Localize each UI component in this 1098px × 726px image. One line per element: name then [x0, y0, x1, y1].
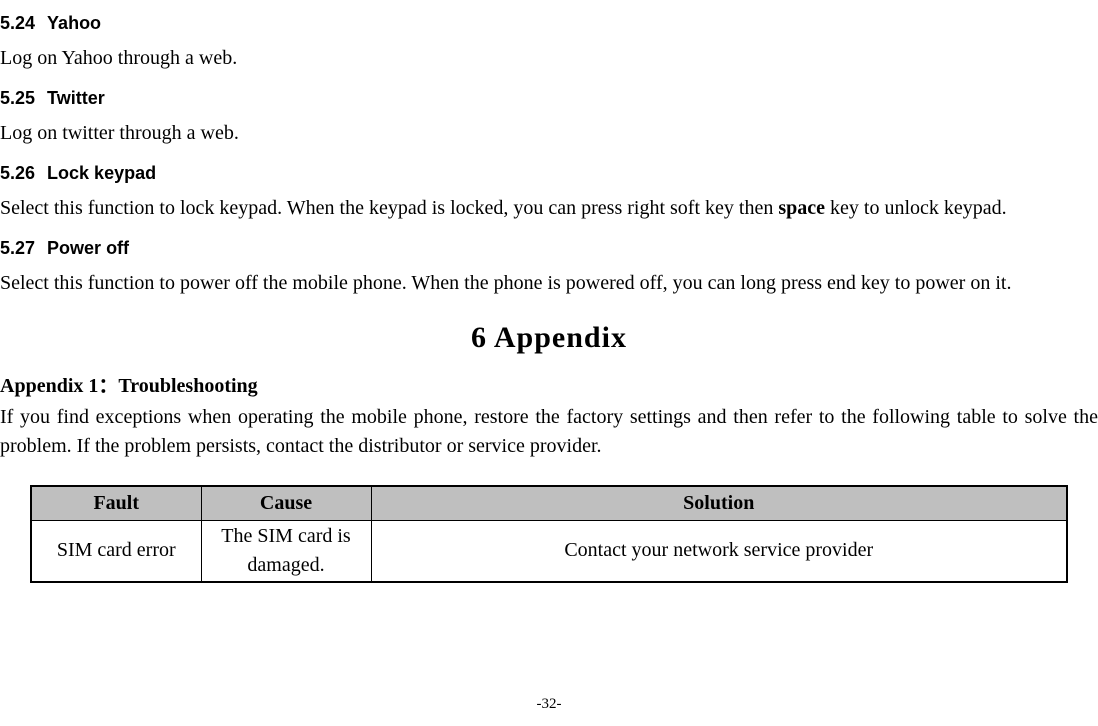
- section-title: Yahoo: [47, 13, 101, 33]
- section-heading-5-25: 5.25 Twitter: [0, 85, 1098, 111]
- section-body-5-24: Log on Yahoo through a web.: [0, 44, 1098, 73]
- section-body-5-27: Select this function to power off the mo…: [0, 269, 1098, 298]
- troubleshooting-table: Fault Cause Solution SIM card error The …: [30, 485, 1068, 583]
- body-bold-space: space: [778, 197, 825, 219]
- section-title: Lock keypad: [47, 163, 156, 183]
- appendix-intro: If you find exceptions when operating th…: [0, 403, 1098, 461]
- section-number: 5.27: [0, 238, 35, 258]
- section-title: Power off: [47, 238, 129, 258]
- appendix-subtitle: Appendix 1：Troubleshooting: [0, 372, 1098, 401]
- appendix-chapter-title: 6 Appendix: [0, 316, 1098, 360]
- section-heading-5-26: 5.26 Lock keypad: [0, 160, 1098, 186]
- body-suffix: key to unlock keypad.: [825, 197, 1007, 219]
- table-header-solution: Solution: [371, 486, 1067, 521]
- table-cell-solution: Contact your network service provider: [371, 520, 1067, 582]
- table-row: SIM card error The SIM card is damaged. …: [31, 520, 1067, 582]
- section-title: Twitter: [47, 88, 105, 108]
- table-cell-cause: The SIM card is damaged.: [201, 520, 371, 582]
- section-number: 5.25: [0, 88, 35, 108]
- section-number: 5.24: [0, 13, 35, 33]
- body-prefix: Select this function to lock keypad. Whe…: [0, 197, 778, 219]
- section-heading-5-24: 5.24 Yahoo: [0, 10, 1098, 36]
- table-cell-fault: SIM card error: [31, 520, 201, 582]
- section-number: 5.26: [0, 163, 35, 183]
- table-header-row: Fault Cause Solution: [31, 486, 1067, 521]
- section-body-5-26: Select this function to lock keypad. Whe…: [0, 194, 1098, 223]
- section-heading-5-27: 5.27 Power off: [0, 235, 1098, 261]
- page-number: -32-: [0, 694, 1098, 716]
- table-header-fault: Fault: [31, 486, 201, 521]
- section-body-5-25: Log on twitter through a web.: [0, 119, 1098, 148]
- table-header-cause: Cause: [201, 486, 371, 521]
